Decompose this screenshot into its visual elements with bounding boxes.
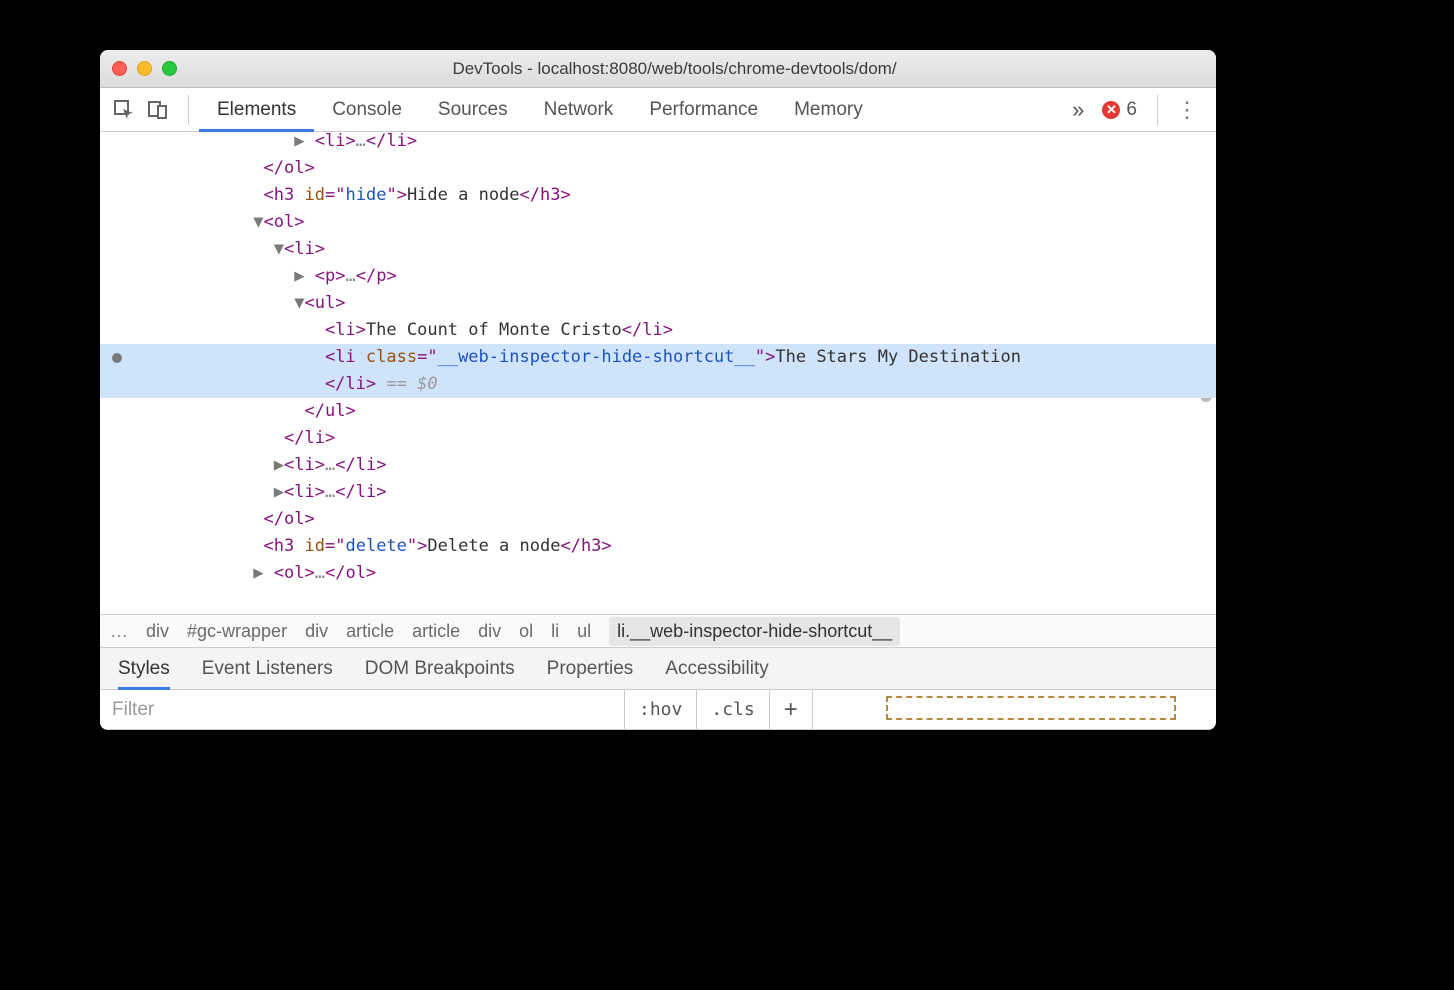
- subtab-dom-breakpoints[interactable]: DOM Breakpoints: [365, 648, 515, 690]
- toolbar-separator: [1157, 95, 1158, 125]
- tab-memory[interactable]: Memory: [776, 88, 881, 132]
- dom-line[interactable]: </ol>: [100, 506, 1216, 533]
- dom-line-selected[interactable]: <li class="__web-inspector-hide-shortcut…: [100, 344, 1216, 371]
- crumb[interactable]: ul: [577, 621, 591, 642]
- tab-elements[interactable]: Elements: [199, 88, 314, 132]
- expand-toggle-icon[interactable]: ▶: [274, 452, 284, 479]
- box-model-margin-outline: [886, 696, 1176, 720]
- settings-menu-icon[interactable]: ⋮: [1168, 97, 1206, 123]
- error-icon: ✕: [1102, 101, 1120, 119]
- dom-breadcrumbs: … div #gc-wrapper div article article di…: [100, 614, 1216, 648]
- dom-line[interactable]: ▶<li>…</li>: [100, 452, 1216, 479]
- more-tabs-icon[interactable]: »: [1064, 97, 1092, 123]
- collapse-toggle-icon[interactable]: ▼: [274, 236, 284, 263]
- styles-toolbar-buttons: :hov .cls +: [625, 690, 813, 729]
- subtab-styles[interactable]: Styles: [118, 648, 170, 690]
- tab-console[interactable]: Console: [314, 88, 420, 132]
- dom-line[interactable]: ▶<li>…</li>: [100, 479, 1216, 506]
- subtab-accessibility[interactable]: Accessibility: [665, 648, 768, 690]
- dom-line-selected[interactable]: </li> == $0: [100, 371, 1216, 398]
- crumb[interactable]: ol: [519, 621, 533, 642]
- inspect-element-icon[interactable]: [110, 96, 138, 124]
- window-titlebar: DevTools - localhost:8080/web/tools/chro…: [100, 50, 1216, 88]
- tab-sources[interactable]: Sources: [420, 88, 526, 132]
- devtools-toolbar: Elements Console Sources Network Perform…: [100, 88, 1216, 132]
- crumb[interactable]: article: [412, 621, 460, 642]
- crumb[interactable]: div: [305, 621, 328, 642]
- box-model-preview: [813, 690, 1216, 700]
- dom-line[interactable]: ▶ <li>…</li>: [100, 132, 1216, 155]
- toggle-hov-button[interactable]: :hov: [625, 690, 697, 730]
- expand-toggle-icon[interactable]: ▶: [294, 263, 314, 290]
- error-count-badge[interactable]: ✕ 6: [1102, 99, 1137, 121]
- dom-line[interactable]: <h3 id="delete">Delete a node</h3>: [100, 533, 1216, 560]
- styles-toolbar: :hov .cls +: [100, 690, 1216, 730]
- collapse-toggle-icon[interactable]: ▼: [294, 290, 304, 317]
- crumb[interactable]: div: [478, 621, 501, 642]
- subtab-properties[interactable]: Properties: [547, 648, 634, 690]
- crumb[interactable]: article: [346, 621, 394, 642]
- crumb-selected[interactable]: li.__web-inspector-hide-shortcut__: [609, 617, 900, 646]
- sidebar-tabs: Styles Event Listeners DOM Breakpoints P…: [100, 648, 1216, 690]
- dom-line[interactable]: ▼<ul>: [100, 290, 1216, 317]
- collapse-toggle-icon[interactable]: ▼: [253, 209, 263, 236]
- devtools-window: DevTools - localhost:8080/web/tools/chro…: [100, 50, 1216, 730]
- dom-line[interactable]: ▶ <ol>…</ol>: [100, 560, 1216, 587]
- crumb[interactable]: li: [551, 621, 559, 642]
- tab-performance[interactable]: Performance: [631, 88, 776, 132]
- dom-line[interactable]: ▼<ol>: [100, 209, 1216, 236]
- dom-line[interactable]: </li>: [100, 425, 1216, 452]
- tab-network[interactable]: Network: [526, 88, 632, 132]
- dom-line[interactable]: ▶ <p>…</p>: [100, 263, 1216, 290]
- expand-toggle-icon[interactable]: ▶: [274, 479, 284, 506]
- main-tabs: Elements Console Sources Network Perform…: [199, 88, 1064, 132]
- traffic-lights: [112, 61, 177, 76]
- toolbar-separator: [188, 95, 189, 125]
- hidden-node-indicator-icon: [112, 353, 122, 363]
- crumb[interactable]: #gc-wrapper: [187, 621, 287, 642]
- new-style-rule-button[interactable]: +: [770, 690, 813, 730]
- styles-filter-input[interactable]: [100, 690, 625, 729]
- crumb-overflow[interactable]: …: [110, 621, 128, 642]
- dom-line[interactable]: </ul>: [100, 398, 1216, 425]
- expand-toggle-icon[interactable]: ▶: [294, 132, 314, 155]
- window-maximize-button[interactable]: [162, 61, 177, 76]
- crumb[interactable]: div: [146, 621, 169, 642]
- elements-dom-tree[interactable]: ▶ <li>…</li> </ol> <h3 id="hide">Hide a …: [100, 132, 1216, 614]
- device-toolbar-icon[interactable]: [144, 96, 172, 124]
- expand-toggle-icon[interactable]: ▶: [253, 560, 273, 587]
- window-close-button[interactable]: [112, 61, 127, 76]
- error-count: 6: [1126, 99, 1137, 121]
- subtab-event-listeners[interactable]: Event Listeners: [202, 648, 333, 690]
- dom-line[interactable]: <li>The Count of Monte Cristo</li>: [100, 317, 1216, 344]
- dom-line[interactable]: </ol>: [100, 155, 1216, 182]
- dom-line[interactable]: <h3 id="hide">Hide a node</h3>: [100, 182, 1216, 209]
- toggle-cls-button[interactable]: .cls: [697, 690, 769, 730]
- window-title: DevTools - localhost:8080/web/tools/chro…: [195, 59, 1204, 79]
- window-minimize-button[interactable]: [137, 61, 152, 76]
- dom-line[interactable]: ▼<li>: [100, 236, 1216, 263]
